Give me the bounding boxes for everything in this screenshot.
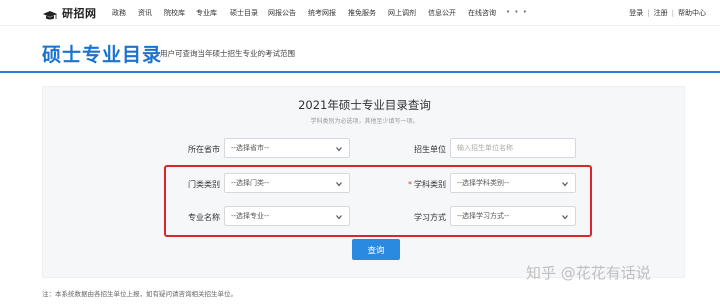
nav-item-news[interactable]: 资讯 (138, 8, 164, 18)
chevron-down-icon (561, 180, 569, 188)
site-logo[interactable]: 研招网 (42, 6, 97, 20)
register-link[interactable]: 注册 (654, 8, 668, 18)
province-select-value: --选择省市-- (231, 144, 270, 152)
required-mark: * (408, 180, 412, 189)
discipline-select[interactable]: --选择学科类别-- (450, 173, 576, 193)
page-subtitle: 用户可查询当年硕士招生专业的考试范围 (160, 49, 295, 58)
top-nav-bar: 研招网 政務 资讯 院校库 专业库 硕士目录 网报公告 统考网报 推免服务 网上… (0, 0, 720, 26)
watermark: 知乎 @花花有话说 (526, 264, 651, 282)
search-button[interactable]: 查询 (352, 239, 400, 260)
nav-item-adjustment[interactable]: 网上调剂 (388, 8, 428, 18)
unit-input-placeholder: 输入招生单位名称 (457, 144, 513, 152)
province-label: 所在省市 (188, 145, 220, 154)
divider: | (671, 9, 674, 17)
province-select[interactable]: --选择省市-- (224, 138, 350, 158)
major-select[interactable]: --选择专业-- (224, 206, 350, 226)
study-mode-select-value: --选择学习方式-- (457, 212, 510, 220)
chevron-down-icon (561, 213, 569, 221)
unit-label: 招生单位 (414, 145, 446, 154)
nav-item-disclosure[interactable]: 信息公开 (428, 8, 468, 18)
discipline-label-text: 学科类别 (414, 180, 446, 189)
major-label: 专业名称 (188, 213, 220, 222)
logo-text: 研招网 (62, 7, 97, 20)
nav-item-announcements[interactable]: 网报公告 (268, 8, 308, 18)
panel-note: 学科类别为必选项，其他至少填写一项。 (310, 118, 419, 125)
nav-item-catalog[interactable]: 硕士目录 (230, 8, 268, 18)
main-nav: 政務 资讯 院校库 专业库 硕士目录 网报公告 统考网报 推免服务 网上调剂 信… (112, 8, 528, 18)
nav-item-online-consult[interactable]: 在线咨询 (468, 8, 506, 18)
nav-item-majors[interactable]: 专业库 (196, 8, 230, 18)
graduation-cap-icon (42, 7, 58, 20)
nav-more-icon[interactable]: • • • (506, 8, 528, 18)
nav-item-online-registration[interactable]: 统考网报 (308, 8, 348, 18)
category-label: 门类类别 (188, 180, 220, 189)
panel-title: 2021年硕士专业目录查询 (298, 98, 431, 112)
nav-item-zhengwu[interactable]: 政務 (112, 8, 138, 18)
discipline-select-value: --选择学科类别-- (457, 179, 510, 187)
page-header: 硕士专业目录 用户可查询当年硕士招生专业的考试范围 (0, 27, 720, 73)
divider: | (647, 9, 650, 17)
chevron-down-icon (335, 180, 343, 188)
nav-item-schools[interactable]: 院校库 (164, 8, 196, 18)
footnote: 注：本系统数据由各招生单位上报，如有疑问请咨询相关招生单位。 (42, 290, 237, 298)
study-mode-label: 学习方式 (414, 213, 446, 222)
chevron-down-icon (335, 145, 343, 153)
login-link[interactable]: 登录 (629, 8, 643, 18)
major-select-value: --选择专业-- (231, 212, 270, 220)
nav-item-recommendation[interactable]: 推免服务 (348, 8, 388, 18)
chevron-down-icon (335, 213, 343, 221)
category-select-value: --选择门类-- (231, 179, 270, 187)
page-title: 硕士专业目录 (42, 44, 163, 66)
study-mode-select[interactable]: --选择学习方式-- (450, 206, 576, 226)
account-links: 登录 | 注册 | 帮助中心 (629, 8, 706, 18)
discipline-label: * 学科类别 (396, 179, 446, 190)
unit-input[interactable]: 输入招生单位名称 (450, 138, 576, 158)
help-center-link[interactable]: 帮助中心 (678, 8, 706, 18)
category-select[interactable]: --选择门类-- (224, 173, 350, 193)
